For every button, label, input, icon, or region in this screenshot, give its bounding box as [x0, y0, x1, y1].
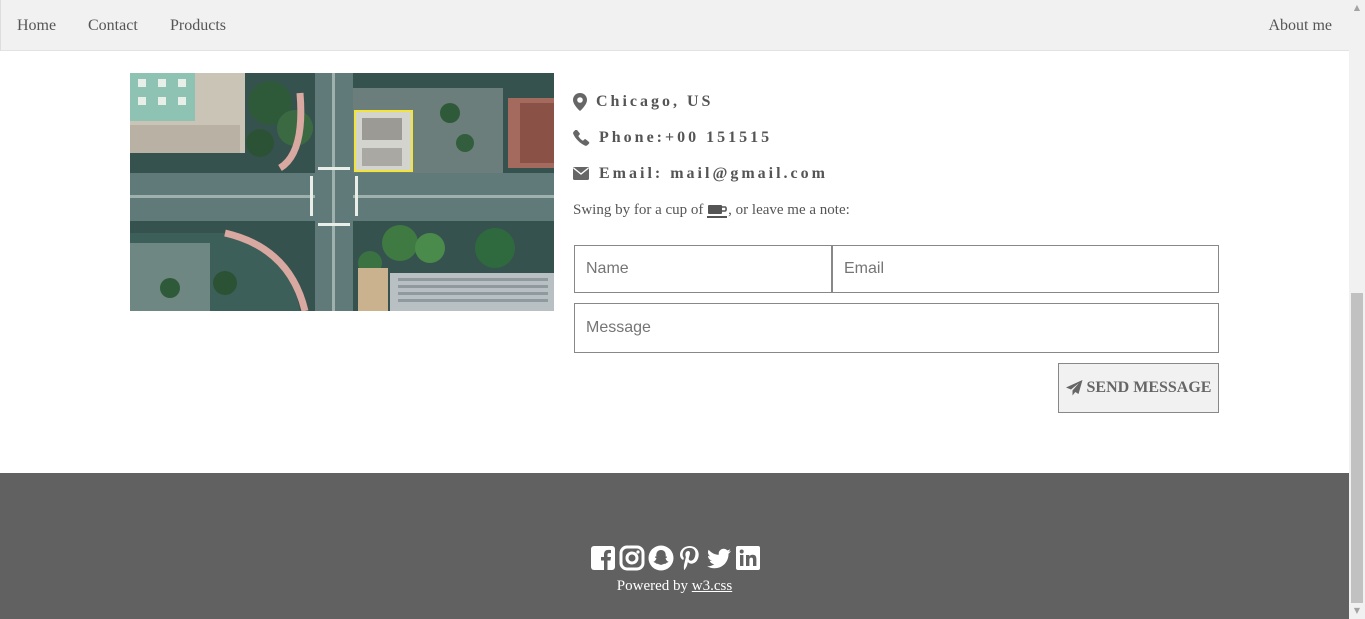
powered-by-text: Powered by w3.css	[0, 578, 1349, 595]
nav-about-link[interactable]: About me	[1268, 0, 1332, 51]
page-footer: Powered by w3.css	[0, 473, 1349, 619]
phone-text: Phone:+00 151515	[599, 129, 773, 146]
twitter-icon[interactable]	[706, 545, 732, 571]
scroll-up-arrow-icon[interactable]: ▲	[1349, 0, 1365, 16]
note-suffix: , or leave me a note:	[728, 202, 850, 219]
paper-plane-icon	[1065, 380, 1083, 396]
map-marker-icon	[573, 90, 593, 114]
scroll-down-arrow-icon[interactable]: ▼	[1349, 603, 1365, 619]
nav-home-link[interactable]: Home	[17, 0, 56, 51]
powered-prefix: Powered by	[616, 578, 692, 594]
facebook-icon[interactable]	[590, 545, 616, 571]
leave-note-text: Swing by for a cup of , or leave me a no…	[573, 202, 850, 219]
nav-products-link[interactable]: Products	[170, 0, 226, 51]
nav-contact-link[interactable]: Contact	[88, 0, 138, 51]
note-prefix: Swing by for a cup of	[573, 202, 708, 219]
email-input[interactable]	[832, 245, 1219, 293]
send-message-button[interactable]: SEND MESSAGE	[1058, 363, 1219, 413]
location-text: Chicago, US	[596, 93, 714, 110]
coffee-icon	[707, 203, 728, 219]
snapchat-icon[interactable]	[648, 545, 674, 571]
email-text: Email: mail@gmail.com	[599, 165, 828, 182]
social-links	[590, 545, 761, 571]
name-input[interactable]	[574, 245, 832, 293]
envelope-icon	[573, 162, 593, 186]
w3css-link[interactable]: w3.css	[692, 578, 732, 594]
message-input[interactable]	[574, 303, 1219, 353]
instagram-icon[interactable]	[619, 545, 645, 571]
linkedin-icon[interactable]	[735, 545, 761, 571]
top-navbar: Home Contact Products About me	[0, 0, 1349, 51]
pinterest-icon[interactable]	[677, 545, 703, 571]
aerial-city-photo	[130, 73, 554, 311]
page-scrollbar[interactable]: ▲ ▼	[1349, 0, 1365, 619]
send-message-label: SEND MESSAGE	[1086, 379, 1212, 396]
scrollbar-thumb[interactable]	[1351, 293, 1363, 603]
phone-icon	[573, 126, 593, 150]
